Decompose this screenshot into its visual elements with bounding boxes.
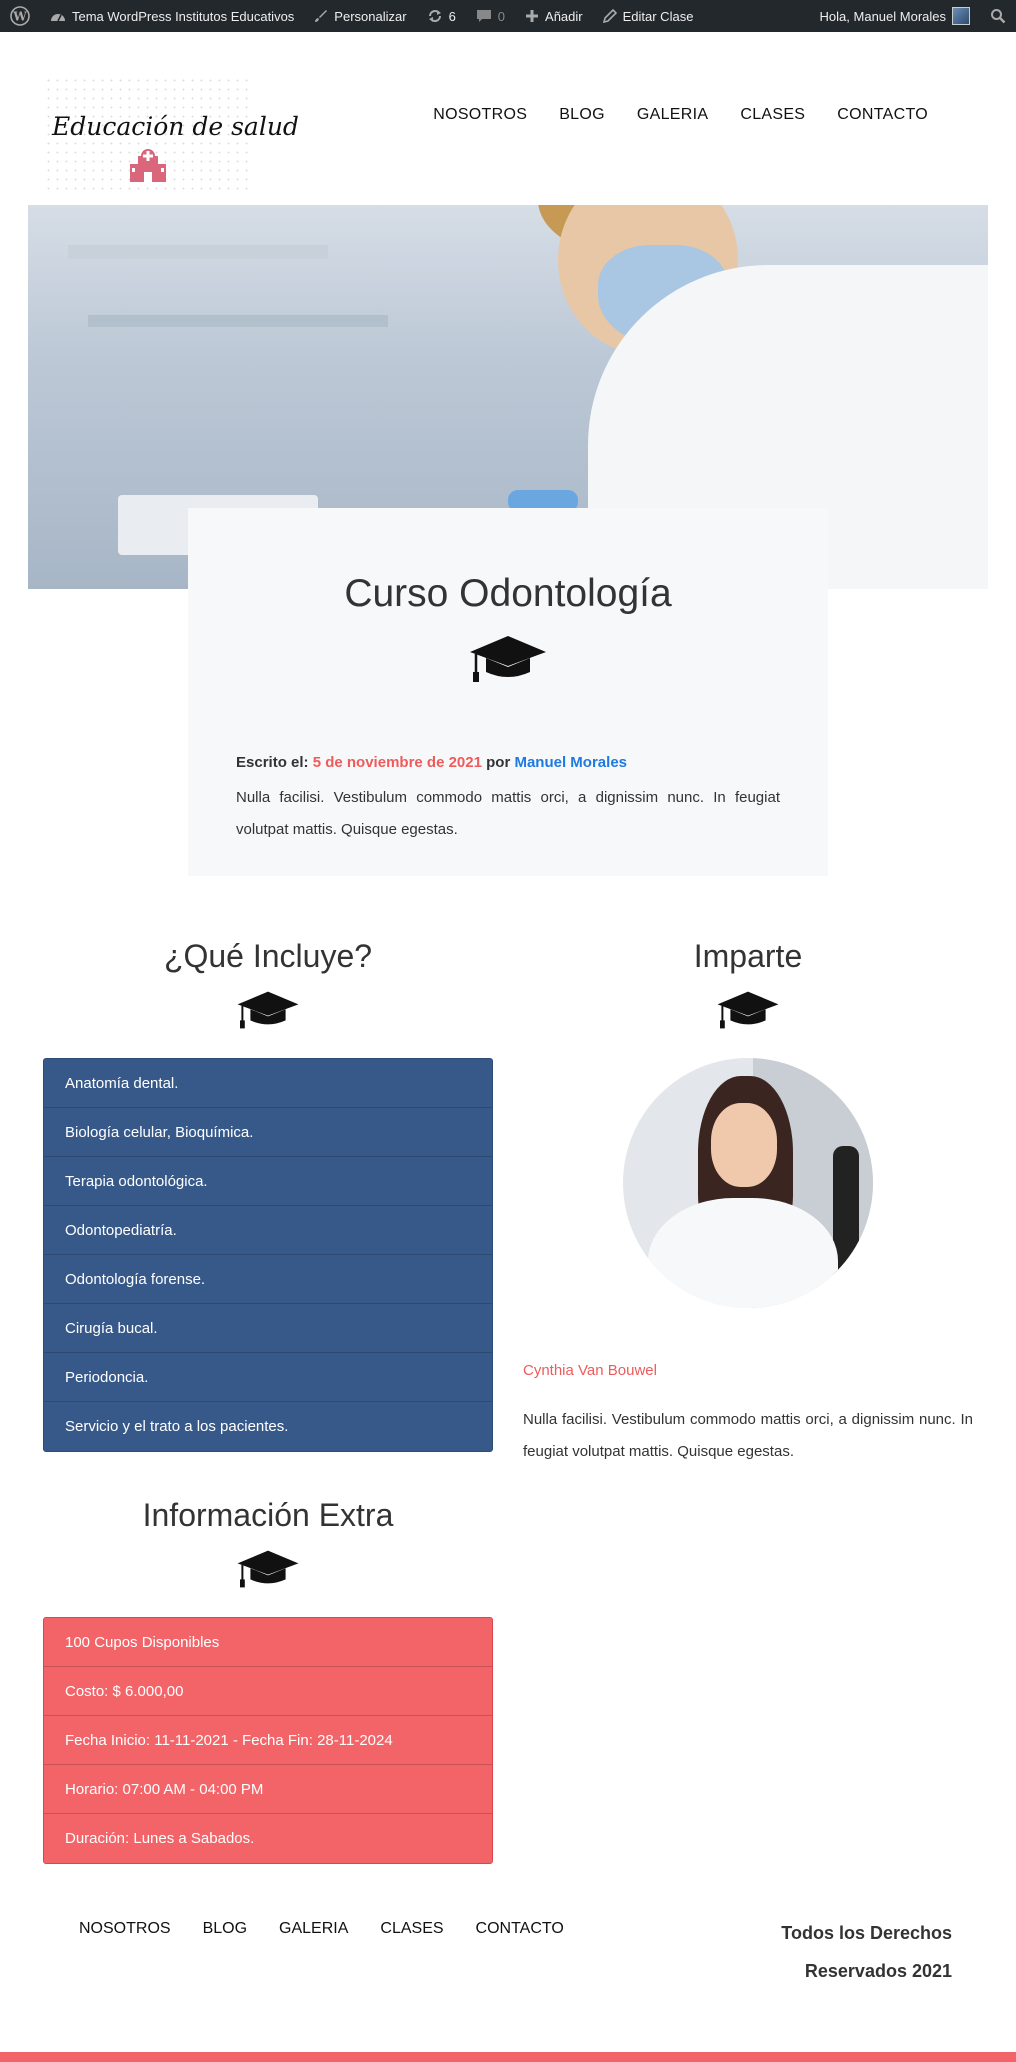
svg-text:W: W — [12, 10, 27, 24]
nav-item-contacto[interactable]: CONTACTO — [837, 106, 928, 124]
nav-item-galeria[interactable]: GALERIA — [637, 106, 708, 124]
school-icon — [128, 146, 168, 187]
footer-nav-item-clases[interactable]: CLASES — [380, 1920, 443, 1938]
copyright-text: Todos los Derechos Reservados 2021 — [692, 1914, 952, 1990]
avatar — [952, 7, 970, 25]
list-item: Odontología forense. — [44, 1255, 492, 1304]
comments-count: 0 — [497, 8, 506, 24]
includes-list: Anatomía dental. Biología celular, Bioqu… — [43, 1058, 493, 1452]
logo-text: Educación de salud — [52, 112, 299, 141]
teacher-bio: Nulla facilisi. Vestibulum commodo matti… — [523, 1411, 973, 1460]
nav-item-clases[interactable]: CLASES — [740, 106, 805, 124]
user-greeting: Hola, Manuel Morales — [819, 8, 946, 24]
edit-class-label: Editar Clase — [622, 8, 694, 24]
post-meta: Escrito el: 5 de noviembre de 2021 por M… — [236, 754, 627, 771]
teacher-photo — [623, 1058, 873, 1308]
teacher-title: Imparte — [693, 938, 803, 974]
nav-item-nosotros[interactable]: NOSOTROS — [433, 106, 527, 124]
list-item: 100 Cupos Disponibles — [44, 1618, 492, 1667]
footer-nav-item-galeria[interactable]: GALERIA — [279, 1920, 348, 1938]
dashboard-icon — [50, 9, 66, 23]
list-item: Odontopediatría. — [44, 1206, 492, 1255]
site-name-link[interactable]: Tema WordPress Institutos Educativos — [40, 0, 304, 32]
footer-nav-item-blog[interactable]: BLOG — [203, 1920, 247, 1938]
footer-bar — [0, 2052, 1016, 2062]
copyright-line-2: Reservados 2021 — [804, 1961, 952, 1981]
written-label: Escrito el: — [236, 754, 309, 771]
list-item: Servicio y el trato a los pacientes. — [65, 1418, 289, 1435]
wordpress-menu[interactable]: W — [0, 0, 40, 32]
customize-link[interactable]: Personalizar — [304, 0, 416, 32]
list-item: Anatomía dental. — [44, 1059, 492, 1108]
post-date[interactable]: 5 de noviembre de 2021 — [313, 754, 482, 771]
page-title: Curso Odontología — [344, 572, 672, 615]
comment-icon — [476, 9, 492, 23]
add-new-label: Añadir — [545, 8, 583, 24]
list-item: Horario: 07:00 AM - 04:00 PM — [44, 1765, 492, 1814]
site-name-label: Tema WordPress Institutos Educativos — [72, 8, 295, 24]
main-nav: NOSOTROS BLOG GALERIA CLASES CONTACTO — [433, 106, 928, 124]
list-item: Duración: Lunes a Sabados. — [65, 1830, 255, 1847]
admin-search[interactable] — [980, 0, 1016, 32]
post-card: Curso Odontología Escrito el: 5 de novie… — [188, 508, 828, 876]
user-account-link[interactable]: Hola, Manuel Morales — [810, 0, 980, 32]
graduation-cap-icon — [716, 990, 780, 1035]
post-excerpt: Nulla facilisi. Vestibulum commodo matti… — [236, 789, 780, 838]
site-header: Educación de salud NOSOTROS BLOG GALERIA… — [0, 32, 1016, 202]
admin-bar: W Tema WordPress Institutos Educativos P… — [0, 0, 1016, 32]
copyright-line-1: Todos los Derechos — [781, 1923, 952, 1943]
list-item: Costo: $ 6.000,00 — [44, 1667, 492, 1716]
footer-nav-item-nosotros[interactable]: NOSOTROS — [79, 1920, 171, 1938]
post-author[interactable]: Manuel Morales — [514, 754, 627, 771]
list-item: Terapia odontológica. — [44, 1157, 492, 1206]
list-item: Fecha Inicio: 11-11-2021 - Fecha Fin: 28… — [44, 1716, 492, 1765]
pencil-icon — [602, 9, 617, 23]
site-logo[interactable]: Educación de salud — [44, 76, 299, 191]
wordpress-icon: W — [10, 6, 30, 26]
plus-icon — [525, 9, 539, 23]
graduation-cap-icon — [236, 990, 300, 1035]
add-new-link[interactable]: Añadir — [515, 0, 593, 32]
customize-label: Personalizar — [334, 8, 407, 24]
updates-icon — [427, 8, 443, 24]
list-item: Cirugía bucal. — [44, 1304, 492, 1353]
list-item: Biología celular, Bioquímica. — [44, 1108, 492, 1157]
edit-class-link[interactable]: Editar Clase — [593, 0, 704, 32]
footer-nav: NOSOTROS BLOG GALERIA CLASES CONTACTO — [79, 1920, 564, 1938]
graduation-cap-icon — [236, 1549, 300, 1594]
teacher-name[interactable]: Cynthia Van Bouwel — [523, 1362, 657, 1379]
graduation-cap-icon — [468, 634, 548, 689]
nav-item-blog[interactable]: BLOG — [559, 106, 605, 124]
includes-title: ¿Qué Incluye? — [163, 938, 373, 974]
extra-info-list: 100 Cupos Disponibles Costo: $ 6.000,00 … — [43, 1617, 493, 1864]
extra-title: Información Extra — [142, 1497, 394, 1533]
footer-nav-item-contacto[interactable]: CONTACTO — [476, 1920, 564, 1938]
comments-link[interactable]: 0 — [466, 0, 515, 32]
search-icon — [990, 8, 1006, 24]
by-label: por — [486, 754, 511, 771]
brush-icon — [314, 9, 328, 23]
list-item: Periodoncia. — [44, 1353, 492, 1402]
updates-link[interactable]: 6 — [417, 0, 466, 32]
updates-count: 6 — [448, 8, 456, 24]
